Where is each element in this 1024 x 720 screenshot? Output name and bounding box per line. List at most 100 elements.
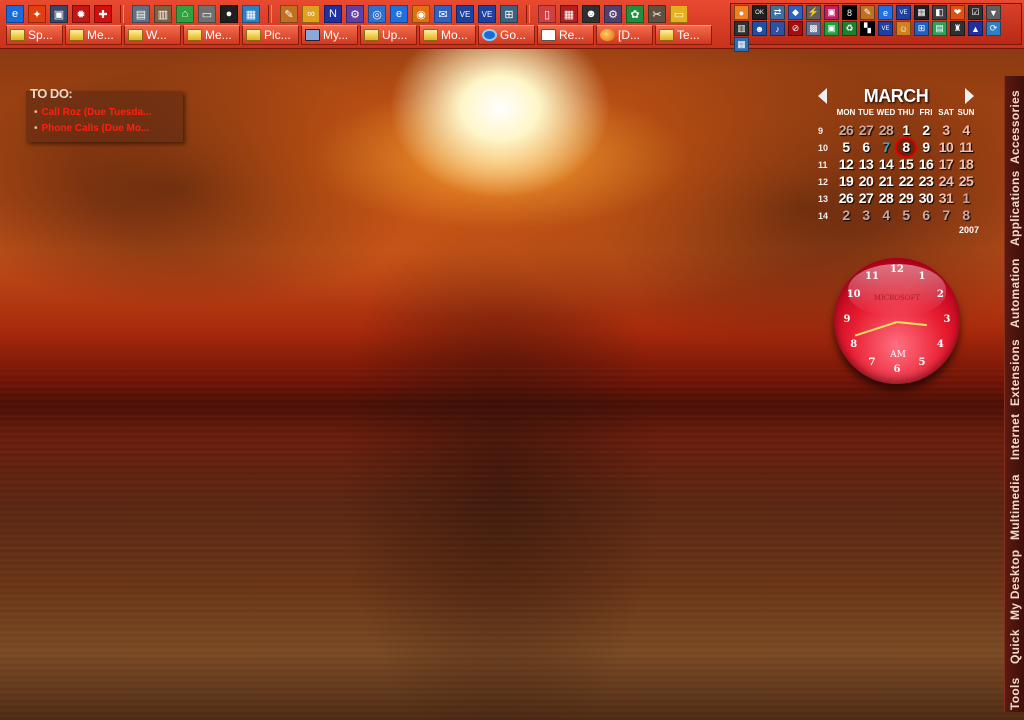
calendar-day[interactable]: 19 (836, 173, 856, 189)
app-icon[interactable]: ▣ (824, 5, 839, 20)
calendar-day[interactable]: 5 (836, 139, 856, 155)
user-icon[interactable]: ☻ (582, 5, 600, 23)
refresh-icon[interactable]: ⟳ (986, 21, 1001, 36)
launcher-item-my-desktop[interactable]: My Desktop (1005, 544, 1024, 620)
launcher-item-accessories[interactable]: Accessories (1005, 80, 1024, 164)
calculator-icon[interactable]: ▦ (560, 5, 578, 23)
launcher-item-quick[interactable]: Quick (1005, 624, 1024, 664)
calendar-day[interactable]: 2 (836, 207, 856, 223)
folder-icon[interactable]: ▭ (670, 5, 688, 23)
usb-icon[interactable]: ⚡ (806, 5, 821, 20)
calendar-day[interactable]: 13 (856, 156, 876, 172)
launcher-item-tools[interactable]: Tools (1005, 668, 1024, 710)
monitor-icon[interactable]: ▣ (824, 21, 839, 36)
calendar-day[interactable]: 7 (936, 207, 956, 223)
globe-icon[interactable]: ◎ (368, 5, 386, 23)
ok-icon[interactable]: OK (752, 5, 767, 20)
recycle-icon[interactable]: ♻ (842, 21, 857, 36)
calendar-day[interactable]: 30 (916, 190, 936, 206)
checkbox-icon[interactable]: ☑ (968, 5, 983, 20)
taskbar-button[interactable]: W... (124, 25, 181, 45)
tool-icon[interactable]: ✎ (280, 5, 298, 23)
calendar-day[interactable]: 4 (956, 122, 976, 138)
sun-icon[interactable]: ● (734, 5, 749, 20)
calendar-day[interactable]: 29 (896, 190, 916, 206)
windows-icon[interactable]: ⊞ (500, 5, 518, 23)
cursor-icon[interactable]: ◧ (932, 5, 947, 20)
calendar-day[interactable]: 28 (876, 190, 896, 206)
analog-clock-widget[interactable]: MICROSOFT AM 12 1 2 3 4 5 6 7 8 9 10 11 (834, 258, 960, 384)
butterfly-icon[interactable]: ✿ (626, 5, 644, 23)
windows-icon[interactable]: ⊞ (914, 21, 929, 36)
flame-icon[interactable]: ❤ (950, 5, 965, 20)
launcher-item-multimedia[interactable]: Multimedia (1005, 462, 1024, 540)
taskbar-button[interactable]: Pic... (242, 25, 299, 45)
ve-icon[interactable]: VE (878, 21, 893, 36)
film-icon[interactable]: ▥ (734, 21, 749, 36)
taskbar-button[interactable]: Me... (183, 25, 240, 45)
taskbar-button[interactable]: Re... (537, 25, 594, 45)
calendar-day[interactable]: 12 (836, 156, 856, 172)
calendar-day[interactable]: 21 (876, 173, 896, 189)
taskbar-button[interactable]: My... (301, 25, 358, 45)
calendar-day[interactable]: 8 (956, 207, 976, 223)
grid-icon[interactable]: ▦ (914, 5, 929, 20)
stop-icon[interactable]: ⊘ (788, 21, 803, 36)
people-icon[interactable]: ☺ (896, 21, 911, 36)
program-icon[interactable]: ✦ (28, 5, 46, 23)
home-icon[interactable]: ⌂ (176, 5, 194, 23)
calendar-day[interactable]: 10 (936, 139, 956, 155)
mail-icon[interactable]: ✉ (434, 5, 452, 23)
calendar-day[interactable]: 2 (916, 122, 936, 138)
calendar-day[interactable]: 3 (936, 122, 956, 138)
taskbar-button[interactable]: Sp... (6, 25, 63, 45)
calendar-day[interactable]: 1 (956, 190, 976, 206)
calendar-day[interactable]: 17 (936, 156, 956, 172)
calendar-day[interactable]: 18 (956, 156, 976, 172)
calendar-icon[interactable]: ▦ (734, 37, 749, 52)
todo-item[interactable]: • Phone Calls (Due Mo... (34, 123, 149, 134)
hardware-icon[interactable]: ▥ (154, 5, 172, 23)
calendar-day[interactable]: 11 (956, 139, 976, 155)
chart-icon[interactable]: ▤ (932, 21, 947, 36)
calendar-day[interactable]: 16 (916, 156, 936, 172)
tools-icon[interactable]: ✂ (648, 5, 666, 23)
network-icon[interactable]: ⇄ (770, 5, 785, 20)
calendar-day[interactable]: 15 (896, 156, 916, 172)
notepad-icon[interactable]: ▯ (538, 5, 556, 23)
calendar-day[interactable]: 28 (876, 122, 896, 138)
download-icon[interactable]: ▼ (986, 5, 1001, 20)
ve-icon[interactable]: VE (478, 5, 496, 23)
warning-icon[interactable]: ▲ (968, 21, 983, 36)
calendar-day[interactable]: 25 (956, 173, 976, 189)
taskbar-button[interactable]: Up... (360, 25, 417, 45)
taskbar-button[interactable]: Te... (655, 25, 712, 45)
launcher-item-applications[interactable]: Applications (1005, 168, 1024, 246)
computer-icon[interactable]: ▤ (132, 5, 150, 23)
eight-icon[interactable]: 8 (842, 5, 857, 20)
calendar-day[interactable]: 3 (856, 207, 876, 223)
calendar-day[interactable]: 26 (836, 190, 856, 206)
calendar-day[interactable]: 4 (876, 207, 896, 223)
taskbar-button[interactable]: Me... (65, 25, 122, 45)
flag-icon[interactable]: ✚ (94, 5, 112, 23)
app-icon[interactable]: N (324, 5, 342, 23)
calendar-day[interactable]: 7 (876, 139, 896, 155)
calendar-day[interactable]: 6 (916, 207, 936, 223)
calendar-day[interactable]: 14 (876, 156, 896, 172)
calendar-day[interactable]: 27 (856, 122, 876, 138)
ie-icon[interactable]: e (878, 5, 893, 20)
taskbar-button[interactable]: [D... (596, 25, 653, 45)
link-icon[interactable]: ∞ (302, 5, 320, 23)
calendar-day[interactable]: 20 (856, 173, 876, 189)
ve-icon[interactable]: VE (896, 5, 911, 20)
shield-icon[interactable]: ◆ (788, 5, 803, 20)
ve-icon[interactable]: VE (456, 5, 474, 23)
network-icon[interactable]: ✹ (72, 5, 90, 23)
sound-icon[interactable]: ♪ (770, 21, 785, 36)
picture-icon[interactable]: ▦ (242, 5, 260, 23)
launcher-item-extensions[interactable]: Extensions (1005, 332, 1024, 406)
calendar-day[interactable]: 23 (916, 173, 936, 189)
calendar-day[interactable]: 6 (856, 139, 876, 155)
image-icon[interactable]: ▩ (806, 21, 821, 36)
